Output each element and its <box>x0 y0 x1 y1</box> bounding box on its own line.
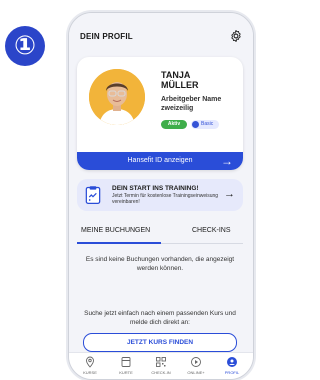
clipboard-icon <box>85 186 101 204</box>
avatar <box>89 69 145 125</box>
nav-item-kurte[interactable]: KURTE <box>109 356 143 375</box>
nav-item-check-in[interactable]: CHECK-IN <box>144 356 178 375</box>
plan-badge: Basic <box>191 120 219 129</box>
tab-check-ins[interactable]: CHECK-INS <box>192 227 231 234</box>
bottom-navigation: KURSE KURTE CHECK-IN ONLINE+ PROFIL <box>69 352 253 379</box>
profile-name: TANJA MÜLLER <box>161 70 199 90</box>
card-icon <box>121 357 131 367</box>
employer-name: Arbeitgeber Name zweizeilig <box>161 95 237 113</box>
find-course-button[interactable]: JETZT KURS FINDEN <box>83 333 237 352</box>
plan-dot-icon <box>192 121 199 128</box>
nav-label-online-plus: ONLINE+ <box>187 370 205 375</box>
active-tab-indicator <box>77 242 161 244</box>
hansefit-id-button-label: Hansefit ID anzeigen <box>127 157 193 164</box>
nav-label-kurse: KURSE <box>83 370 97 375</box>
training-promo-banner[interactable]: DEIN START INS TRAINING! Jetzt Termin fü… <box>77 179 243 211</box>
employer-line-2: zweizeilig <box>161 105 194 112</box>
nav-label-kurte: KURTE <box>119 370 133 375</box>
last-name: MÜLLER <box>161 80 199 90</box>
bookings-tabs: MEINE BUCHUNGEN CHECK-INS <box>77 221 243 244</box>
promo-text: Jetzt Termin für kostenlose Trainingsein… <box>112 193 219 205</box>
nav-label-profil: PROFIL <box>224 370 240 375</box>
hansefit-id-button[interactable]: Hansefit ID anzeigen → <box>77 152 243 170</box>
app-header: DEIN PROFIL <box>69 13 253 53</box>
first-name: TANJA <box>161 70 191 80</box>
suggest-course-text: Suche jetzt einfach nach einem passenden… <box>84 310 236 326</box>
nav-label-check-in: CHECK-IN <box>151 370 171 375</box>
promo-title: DEIN START INS TRAINING! <box>112 185 199 192</box>
play-icon <box>191 357 201 367</box>
arrow-right-icon: → <box>224 188 235 200</box>
status-badge: Aktiv <box>161 120 187 129</box>
gear-icon[interactable] <box>229 29 243 43</box>
phone-frame: DEIN PROFIL TANJA MÜLLER Arbeitgeber Nam… <box>68 12 254 380</box>
step-number-badge: ① <box>5 26 45 66</box>
empty-bookings-text: Es sind keine Buchungen vorhanden, die a… <box>85 256 235 272</box>
employer-line-1: Arbeitgeber Name <box>161 96 222 103</box>
profile-icon <box>227 357 237 367</box>
page-title: DEIN PROFIL <box>80 32 133 41</box>
qr-icon <box>156 357 166 367</box>
nav-item-online-plus[interactable]: ONLINE+ <box>179 356 213 375</box>
nav-item-profil[interactable]: PROFIL <box>215 356 249 375</box>
nav-item-kurse[interactable]: KURSE <box>73 356 107 375</box>
profile-card: TANJA MÜLLER Arbeitgeber Name zweizeilig… <box>77 57 243 170</box>
location-pin-icon <box>86 356 94 368</box>
plan-badge-label: Basic <box>201 121 214 127</box>
arrow-right-icon: → <box>221 154 233 168</box>
tab-meine-buchungen[interactable]: MEINE BUCHUNGEN <box>81 227 150 234</box>
